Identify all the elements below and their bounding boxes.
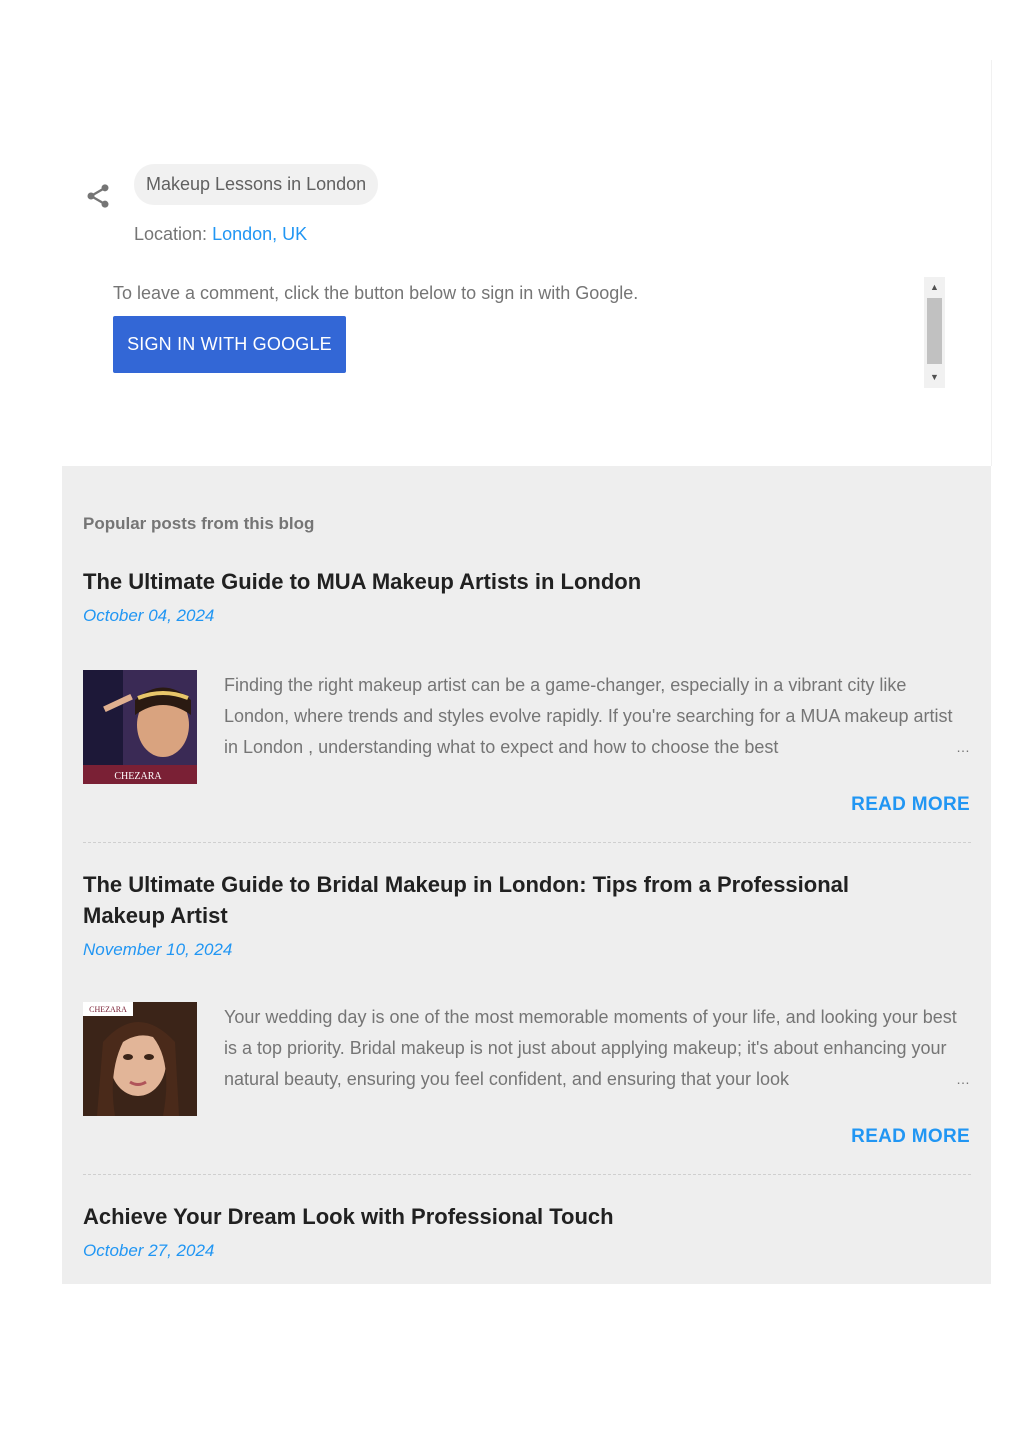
popular-post: The Ultimate Guide to Bridal Makeup in L…: [83, 869, 971, 960]
post-date: October 27, 2024: [83, 1241, 215, 1260]
makeup-artist-thumbnail-image: CHEZARA: [83, 670, 197, 784]
bridal-makeup-thumbnail-image: CHEZARA: [83, 1002, 197, 1116]
post-title-link[interactable]: The Ultimate Guide to MUA Makeup Artists…: [83, 566, 883, 597]
popular-posts-section: Popular posts from this blog The Ultimat…: [62, 466, 991, 1284]
post-location: Location: London, UK: [134, 224, 307, 245]
post-thumbnail[interactable]: CHEZARA: [83, 670, 197, 784]
post-divider: [83, 842, 971, 843]
read-more-link[interactable]: READ MORE: [851, 1126, 970, 1148]
read-more-link[interactable]: READ MORE: [851, 794, 970, 816]
popular-post: The Ultimate Guide to MUA Makeup Artists…: [83, 566, 971, 626]
scrollbar-thumb[interactable]: [927, 298, 942, 364]
post-footer-card: [62, 60, 992, 466]
popular-posts-heading: Popular posts from this blog: [83, 514, 315, 533]
post-snippet: Your wedding day is one of the most memo…: [224, 1007, 957, 1089]
post-title-link[interactable]: The Ultimate Guide to Bridal Makeup in L…: [83, 869, 883, 931]
thumbnail-caption: CHEZARA: [89, 1005, 127, 1014]
post-date: November 10, 2024: [83, 940, 233, 959]
sign-in-with-google-button[interactable]: SIGN IN WITH GOOGLE: [113, 316, 346, 373]
location-prefix: Location:: [134, 224, 213, 244]
popular-post: Achieve Your Dream Look with Professiona…: [83, 1201, 971, 1261]
post-title-link[interactable]: Achieve Your Dream Look with Professiona…: [83, 1201, 883, 1232]
post-thumbnail[interactable]: CHEZARA: [83, 1002, 197, 1116]
thumbnail-caption: CHEZARA: [114, 771, 162, 782]
snippet-ellipsis: …: [916, 1071, 970, 1087]
location-link[interactable]: London, UK: [212, 224, 307, 244]
comment-frame-scrollbar[interactable]: ▲ ▼: [924, 277, 945, 388]
post-divider: [83, 1174, 971, 1175]
scroll-up-icon[interactable]: ▲: [924, 279, 945, 296]
post-label-chip[interactable]: Makeup Lessons in London: [134, 164, 379, 205]
share-icon[interactable]: [84, 182, 112, 210]
post-date: October 04, 2024: [83, 606, 215, 625]
post-snippet: Finding the right makeup artist can be a…: [224, 675, 953, 757]
snippet-ellipsis: …: [916, 739, 970, 755]
comment-prompt: To leave a comment, click the button bel…: [113, 283, 639, 303]
scroll-down-icon[interactable]: ▼: [924, 369, 945, 386]
